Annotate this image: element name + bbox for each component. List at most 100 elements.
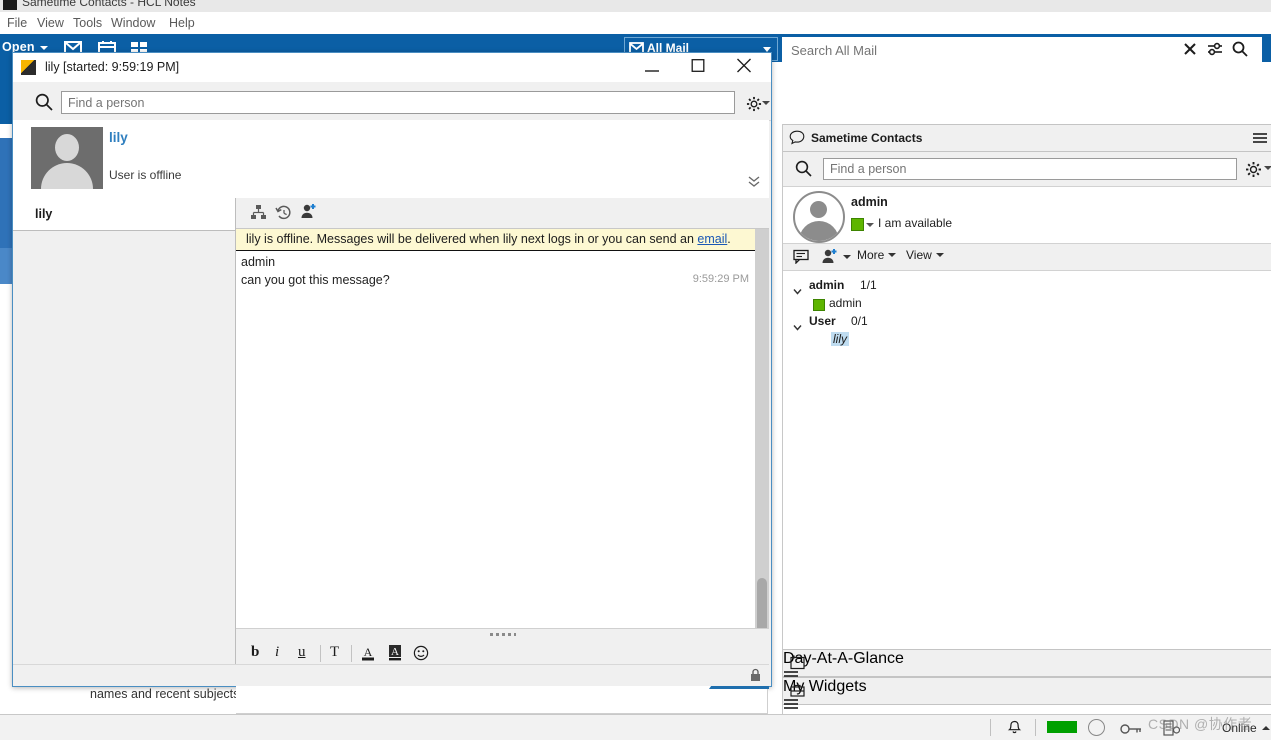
offline-notice-suffix: . [727, 232, 731, 246]
search-input[interactable] [789, 38, 1183, 63]
search-all-mail[interactable] [782, 37, 1262, 63]
add-person-icon[interactable] [821, 248, 838, 269]
hamburger-icon[interactable] [1252, 130, 1268, 146]
chat-window-titlebar[interactable]: lily [started: 9:59:19 PM] [13, 53, 771, 82]
contact-name[interactable]: lily [109, 130, 128, 145]
menu-tools[interactable]: Tools [68, 15, 107, 31]
key-icon[interactable] [1120, 722, 1142, 740]
clear-icon[interactable] [1183, 42, 1197, 61]
close-button[interactable] [721, 53, 767, 82]
font-button[interactable]: T [330, 644, 339, 661]
minimize-icon [645, 59, 659, 77]
tree-item-label: lily [831, 332, 849, 346]
status-message[interactable]: I am available [878, 216, 952, 230]
divider [351, 645, 352, 662]
tree-group-count: 0/1 [851, 314, 868, 328]
gear-icon[interactable] [746, 96, 762, 117]
my-name: admin [851, 195, 888, 209]
offline-notice-text: lily is offline. Messages will be delive… [246, 232, 731, 246]
tree-group-user[interactable]: User 0/1 [783, 313, 1271, 331]
menubar: File View Tools Window Help [0, 12, 1271, 34]
person-photo-icon [31, 127, 103, 189]
search-icon[interactable] [795, 160, 812, 182]
divider [1035, 719, 1036, 736]
left-rail [0, 62, 12, 710]
search-icon[interactable] [1232, 41, 1248, 62]
chevron-up-icon[interactable] [1262, 726, 1270, 730]
lock-icon[interactable] [750, 668, 761, 681]
status-dropdown-caret[interactable] [866, 223, 874, 227]
search-filter-icon[interactable] [1207, 42, 1223, 61]
widget-icon [790, 683, 805, 703]
sametime-contacts-title: Sametime Contacts [811, 131, 923, 145]
gear-dropdown-caret[interactable] [1264, 166, 1271, 170]
tree-item-lily[interactable]: lily [783, 331, 1271, 349]
bell-icon[interactable] [1006, 720, 1023, 740]
chat-window: lily [started: 9:59:19 PM] Find a person… [12, 52, 772, 714]
add-person-icon[interactable] [300, 203, 317, 224]
sidebar-find-row [783, 152, 1271, 187]
tree-group-name: User [809, 314, 836, 328]
tree-item-admin[interactable]: admin [783, 295, 1271, 313]
tree-group-admin[interactable]: admin 1/1 [783, 277, 1271, 295]
app-icon [3, 0, 17, 10]
app-window-title: Sametime Contacts - HCL Notes [22, 0, 196, 9]
close-icon [737, 58, 752, 78]
sametime-contacts-header[interactable]: Sametime Contacts [783, 124, 1271, 152]
gear-icon[interactable] [1245, 161, 1262, 183]
rail-segment-2[interactable] [0, 80, 12, 124]
svg-text:A: A [364, 645, 373, 659]
status-badge[interactable] [851, 218, 864, 231]
sidebar-find-input[interactable] [823, 158, 1237, 180]
underline-button[interactable]: u [298, 644, 306, 661]
emoticon-icon[interactable] [413, 645, 429, 666]
bold-button[interactable]: b [251, 644, 259, 661]
green-indicator[interactable] [1047, 721, 1077, 733]
divider [990, 719, 991, 736]
rail-segment-4[interactable] [0, 138, 12, 248]
divider [320, 645, 321, 662]
org-chart-icon[interactable] [250, 204, 267, 226]
more-label: More [857, 248, 885, 262]
menu-view[interactable]: View [32, 15, 69, 31]
day-at-a-glance-panel[interactable]: Day-At-A-Glance [783, 649, 1271, 681]
history-icon[interactable] [275, 204, 292, 226]
my-widgets-title: My Widgets [783, 678, 867, 695]
add-person-caret[interactable] [843, 255, 851, 259]
chat-find-input[interactable] [61, 91, 735, 114]
right-sidebar: Sametime Contacts admin I am available [782, 124, 1271, 714]
splitter-grip [489, 633, 516, 636]
new-chat-icon[interactable] [793, 249, 810, 269]
chat-find-row [13, 82, 771, 121]
email-link[interactable]: email [697, 232, 727, 246]
rail-segment-1[interactable] [0, 62, 12, 80]
open-dropdown-caret[interactable] [40, 46, 48, 50]
menu-file[interactable]: File [2, 15, 32, 31]
chevron-double-down-icon[interactable] [746, 175, 762, 194]
menu-help[interactable]: Help [164, 15, 200, 31]
gear-dropdown-caret[interactable] [762, 101, 770, 105]
more-menu[interactable]: More [857, 248, 897, 262]
circle-icon[interactable] [1088, 719, 1105, 736]
maximize-button[interactable] [675, 53, 721, 82]
my-widgets-panel[interactable]: My Widgets [783, 677, 1271, 709]
transcript-scrollbar-track[interactable] [755, 229, 769, 628]
chevron-down-icon[interactable] [793, 318, 802, 331]
person-avatar-icon[interactable] [793, 191, 845, 243]
chat-session-tab-lily[interactable]: lily [13, 198, 235, 231]
search-icon[interactable] [35, 93, 53, 116]
chevron-down-icon [888, 253, 897, 257]
chevron-down-icon[interactable] [793, 282, 802, 295]
minimize-button[interactable] [629, 53, 675, 82]
view-menu[interactable]: View [906, 248, 944, 262]
menu-window[interactable]: Window [106, 15, 160, 31]
watermark: CSDN @协作者 [1148, 716, 1253, 732]
calendar-icon [790, 655, 805, 675]
sidebar-toolbar: More View [783, 244, 1271, 271]
view-label: View [906, 248, 932, 262]
contacts-tree: admin 1/1 admin User 0/1 lily [783, 271, 1271, 649]
chat-transcript[interactable]: admin can you got this message? 9:59:29 … [236, 251, 755, 628]
rail-segment-5[interactable] [0, 248, 12, 284]
italic-button[interactable]: i [275, 644, 279, 661]
chevron-down-icon [935, 253, 944, 257]
